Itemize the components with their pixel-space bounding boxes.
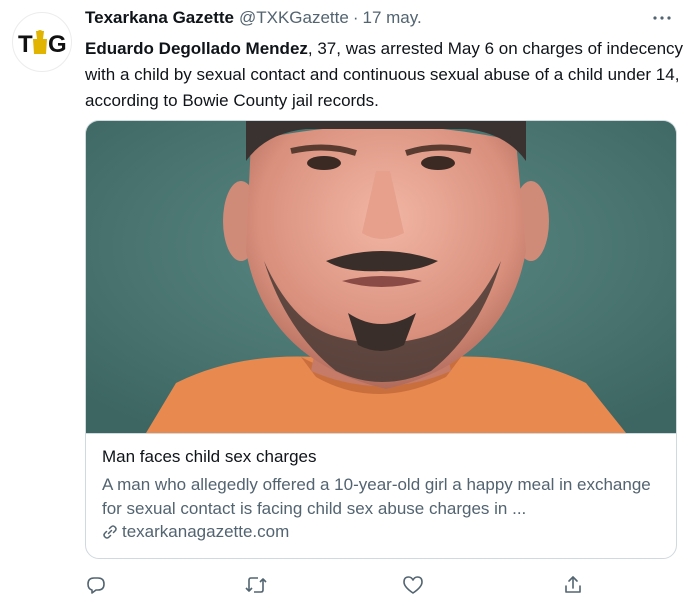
link-icon bbox=[102, 524, 118, 540]
reply-icon bbox=[87, 577, 105, 594]
like-icon bbox=[403, 576, 423, 594]
card-divider bbox=[86, 433, 676, 434]
card-domain-text: texarkanagazette.com bbox=[122, 522, 290, 541]
gazette-logo: T G bbox=[18, 30, 67, 57]
link-card[interactable]: Man faces child sex charges A man who al… bbox=[85, 120, 677, 559]
action-bar bbox=[0, 570, 700, 600]
retweet-button[interactable] bbox=[241, 570, 271, 600]
tweet-bold-name: Eduardo Degollado Mendez bbox=[85, 39, 308, 58]
svg-text:G: G bbox=[48, 31, 67, 57]
ellipsis-icon bbox=[653, 16, 671, 20]
tweet[interactable]: T G Texarkana Gazette @TXKGazette · 17 m… bbox=[0, 0, 700, 613]
reply-button[interactable] bbox=[81, 570, 111, 600]
card-image[interactable] bbox=[86, 121, 676, 433]
card-description[interactable]: A man who allegedly offered a 10-year-ol… bbox=[102, 473, 662, 521]
tweet-text: Eduardo Degollado Mendez, 37, was arrest… bbox=[85, 36, 685, 114]
separator-dot: · bbox=[352, 8, 359, 27]
tweet-header: Texarkana Gazette @TXKGazette · 17 may. bbox=[85, 8, 422, 30]
account-name[interactable]: Texarkana Gazette bbox=[85, 8, 234, 28]
svg-text:T: T bbox=[18, 31, 33, 57]
more-options-button[interactable] bbox=[650, 8, 674, 28]
like-button[interactable] bbox=[398, 570, 428, 600]
share-button[interactable] bbox=[558, 570, 588, 600]
avatar[interactable]: T G bbox=[12, 12, 72, 72]
account-handle[interactable]: @TXKGazette bbox=[239, 8, 349, 28]
card-domain[interactable]: texarkanagazette.com bbox=[102, 522, 289, 542]
tweet-date[interactable]: 17 may. bbox=[363, 8, 422, 28]
card-title[interactable]: Man faces child sex charges bbox=[102, 447, 317, 467]
retweet-icon bbox=[245, 577, 267, 593]
share-icon bbox=[565, 576, 581, 593]
mugshot-photo bbox=[86, 121, 676, 433]
